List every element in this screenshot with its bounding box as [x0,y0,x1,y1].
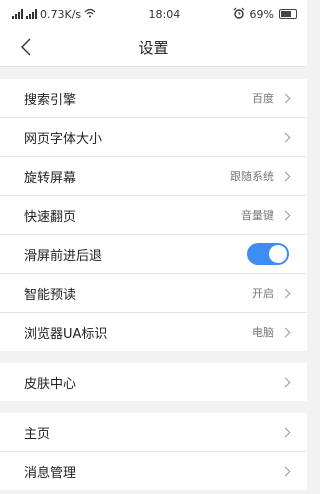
setting-right [274,377,291,387]
back-button[interactable] [12,34,40,60]
battery-icon [279,9,297,19]
setting-swipe-navigation: 滑屏前进后退 [0,235,307,274]
status-time: 18:04 [148,7,181,21]
setting-value: 开启 [252,287,274,300]
page-title: 设置 [138,38,169,57]
status-left: 0.73K/s [12,8,96,21]
section-gap [0,351,307,363]
setting-right: 跟随系统 [230,168,291,184]
setting-homepage[interactable]: 主页 [0,413,307,452]
setting-right [274,466,291,476]
chevron-right-icon [280,132,291,142]
setting-right: 音量键 [241,207,291,223]
setting-value: 音量键 [241,209,274,222]
chevron-right-icon [280,210,291,220]
setting-rotate-screen[interactable]: 旋转屏幕 跟随系统 [0,157,307,196]
setting-message-management[interactable]: 消息管理 [0,452,307,490]
setting-label: 主页 [24,426,51,442]
chevron-left-icon [21,38,31,56]
setting-browser-ua[interactable]: 浏览器UA标识 电脑 [0,313,307,351]
setting-label: 皮肤中心 [24,376,77,392]
wifi-icon [84,8,96,21]
battery-percent: 69% [249,7,274,21]
header: 设置 [0,28,307,67]
setting-font-size[interactable]: 网页字体大小 [0,118,307,157]
network-speed: 0.73K/s [40,7,82,21]
setting-label: 快速翻页 [24,209,77,225]
chevron-right-icon [280,327,291,337]
alarm-icon [233,7,245,22]
chevron-right-icon [280,93,291,103]
setting-search-engine[interactable]: 搜索引擎 百度 [0,79,307,118]
setting-label: 智能预读 [24,287,77,303]
setting-label: 搜索引擎 [24,92,77,108]
setting-skin-center[interactable]: 皮肤中心 [0,363,307,401]
setting-right [274,132,291,142]
section-gap [0,401,307,413]
status-right: 69% [233,7,297,22]
toggle-knob [269,245,287,263]
setting-right [274,427,291,437]
chevron-right-icon [280,466,291,476]
settings-group-general: 搜索引擎 百度 网页字体大小 旋转屏幕 跟随系统 快速翻页 音量键 滑屏前进后退… [0,79,307,351]
setting-value: 跟随系统 [230,170,274,183]
status-bar: 0.73K/s 18:04 69% [0,0,307,28]
setting-smart-preload[interactable]: 智能预读 开启 [0,274,307,313]
setting-label: 消息管理 [24,465,77,481]
signal-icon [12,9,23,19]
setting-label: 浏览器UA标识 [24,326,108,342]
setting-right: 电脑 [252,324,291,340]
section-gap [0,67,307,79]
chevron-right-icon [280,377,291,387]
setting-value: 百度 [252,92,274,105]
chevron-right-icon [280,427,291,437]
setting-label: 旋转屏幕 [24,170,77,186]
setting-right: 百度 [252,90,291,106]
chevron-right-icon [280,171,291,181]
settings-group-skin: 皮肤中心 [0,363,307,401]
swipe-navigation-toggle[interactable] [247,243,289,265]
setting-right: 开启 [252,285,291,301]
setting-label: 网页字体大小 [24,131,103,147]
setting-quick-page-turn[interactable]: 快速翻页 音量键 [0,196,307,235]
setting-value: 电脑 [252,326,274,339]
signal-icon-2 [26,9,37,19]
setting-label: 滑屏前进后退 [24,248,103,264]
chevron-right-icon [280,288,291,298]
settings-group-home: 主页 消息管理 [0,413,307,490]
